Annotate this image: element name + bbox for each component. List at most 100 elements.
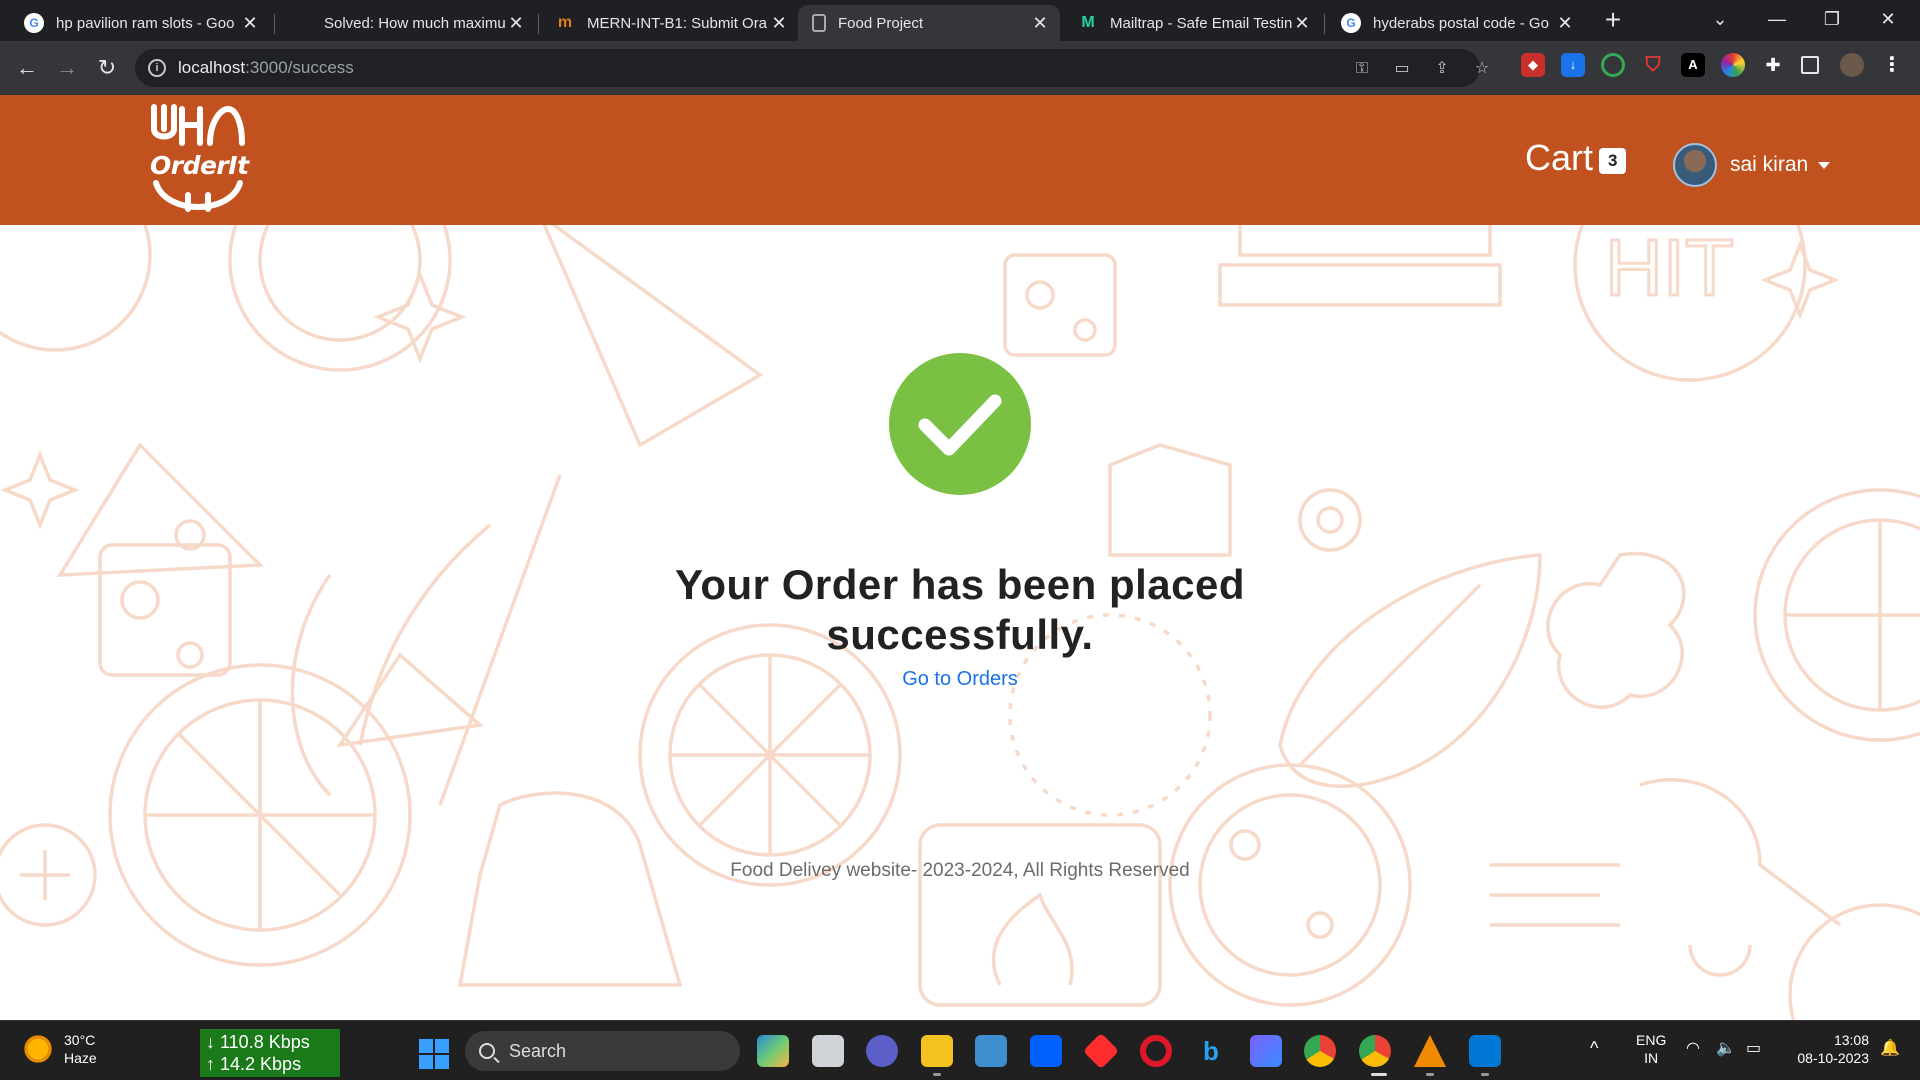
vlc-icon[interactable] <box>1414 1035 1446 1067</box>
footer-copyright: Food Delivey website- 2023-2024, All Rig… <box>730 860 1190 881</box>
orderit-logo[interactable]: OrderIt <box>148 103 249 215</box>
volume-icon[interactable]: 🔈 <box>1716 1040 1736 1058</box>
masai-icon: m <box>557 14 573 31</box>
cart-link[interactable]: Cart 3 <box>1525 137 1627 179</box>
language-indicator[interactable]: ENG IN <box>1636 1031 1666 1067</box>
text-extension-icon[interactable]: A <box>1681 53 1705 77</box>
share-icon[interactable]: ⇪ <box>1431 58 1453 80</box>
cart-count-badge: 3 <box>1599 148 1627 174</box>
google-icon: G <box>24 13 44 33</box>
clock-time: 13:08 <box>1833 1032 1869 1048</box>
cart-label: Cart <box>1525 137 1594 178</box>
back-icon[interactable]: ← <box>12 53 42 83</box>
taskbar-search-box[interactable]: Search <box>465 1031 740 1071</box>
tab-divider <box>538 14 539 34</box>
tab-title: hp pavilion ram slots - Goo <box>56 14 235 32</box>
close-icon[interactable]: ✕ <box>240 13 260 33</box>
search-icon <box>479 1043 495 1059</box>
go-to-orders-link[interactable]: Go to Orders <box>860 668 1060 691</box>
key-icon[interactable]: ⚿ <box>1351 58 1373 80</box>
file-icon <box>812 14 826 32</box>
new-tab-button[interactable]: + <box>1598 6 1628 36</box>
tab-divider <box>1324 14 1325 34</box>
user-menu-dropdown[interactable]: sai kiran <box>1673 143 1831 187</box>
reload-icon[interactable]: ↻ <box>92 53 122 83</box>
vscode-icon[interactable] <box>1469 1035 1501 1067</box>
app-purple-icon[interactable] <box>1250 1035 1282 1067</box>
bing-icon[interactable]: b <box>1195 1035 1227 1067</box>
chrome-profile-icon[interactable] <box>1359 1035 1391 1067</box>
wifi-icon[interactable]: ◠ <box>1686 1040 1700 1058</box>
microsoft-store-icon[interactable] <box>975 1035 1007 1067</box>
battery-icon[interactable]: ▭ <box>1746 1040 1761 1058</box>
close-window-button[interactable]: ✕ <box>1868 4 1908 34</box>
upload-speed: ↑ 14.2 Kbps <box>206 1054 302 1074</box>
menu-kebab-icon[interactable]: ⋮ <box>1880 53 1904 77</box>
close-icon[interactable]: ✕ <box>506 13 526 33</box>
tab-solved[interactable]: Solved: How much maximu ✕ <box>278 5 536 41</box>
browser-tabstrip: G hp pavilion ram slots - Goo ✕ Solved: … <box>0 0 1920 41</box>
file-explorer-icon[interactable] <box>921 1035 953 1067</box>
app-red-diamond-icon[interactable] <box>1082 1032 1120 1070</box>
download-speed: ↓ 110.8 Kbps <box>206 1032 310 1052</box>
close-icon[interactable]: ✕ <box>1030 13 1050 33</box>
profile-avatar-icon[interactable] <box>1840 53 1864 77</box>
opera-icon[interactable] <box>1140 1035 1172 1067</box>
restore-button[interactable]: ❐ <box>1812 4 1852 34</box>
extension-green-icon[interactable] <box>1601 53 1625 77</box>
active-indicator <box>1371 1073 1387 1076</box>
user-avatar <box>1673 143 1717 187</box>
notification-bell-icon[interactable]: 🔔 <box>1880 1040 1900 1058</box>
url-path: :3000/success <box>245 58 354 77</box>
tab-food-project[interactable]: Food Project ✕ <box>798 5 1060 41</box>
teams-chat-icon[interactable] <box>866 1035 898 1067</box>
chrome-icon[interactable] <box>1304 1035 1336 1067</box>
color-picker-extension-icon[interactable] <box>1721 53 1745 77</box>
windows-taskbar: 30°C Haze ↓ 110.8 Kbps ↑ 14.2 Kbps Searc… <box>0 1020 1920 1080</box>
close-icon[interactable]: ✕ <box>1555 13 1575 33</box>
mailtrap-icon: M <box>1081 14 1095 31</box>
download-extension-icon[interactable]: ↓ <box>1561 53 1585 77</box>
tab-title: Solved: How much maximu <box>324 14 506 32</box>
extension-red-icon[interactable]: ◆ <box>1521 53 1545 77</box>
weather-widget[interactable]: 30°C Haze <box>22 1031 97 1067</box>
tab-search-icon[interactable]: ⌄ <box>1700 4 1740 34</box>
clock-date: 08-10-2023 <box>1797 1050 1869 1066</box>
bookmark-star-icon[interactable]: ☆ <box>1471 58 1493 80</box>
brand-name: OrderIt <box>150 151 249 180</box>
close-icon[interactable]: ✕ <box>1292 13 1312 33</box>
network-speed-meter: ↓ 110.8 Kbps ↑ 14.2 Kbps <box>200 1029 340 1077</box>
google-icon: G <box>1341 13 1361 33</box>
clock[interactable]: 13:08 08-10-2023 <box>1785 1031 1869 1067</box>
tab-mern[interactable]: m MERN-INT-B1: Submit Ora ✕ <box>541 5 799 41</box>
site-info-icon[interactable]: i <box>148 59 166 77</box>
windows-start-icon[interactable] <box>419 1039 449 1069</box>
order-success-heading: Your Order has been placed successfully. <box>674 561 1246 658</box>
dropbox-icon[interactable] <box>1030 1035 1062 1067</box>
task-view-icon[interactable] <box>812 1035 844 1067</box>
side-panel-icon[interactable] <box>1801 56 1819 74</box>
tab-postal-code[interactable]: G hyderabs postal code - Go ✕ <box>1327 5 1585 41</box>
copilot-icon[interactable] <box>757 1035 789 1067</box>
minimize-button[interactable]: — <box>1757 4 1797 34</box>
show-hidden-icons-chevron-icon[interactable]: ^ <box>1590 1039 1598 1057</box>
tab-hp-pavilion[interactable]: G hp pavilion ram slots - Goo ✕ <box>10 5 270 41</box>
tab-title: Mailtrap - Safe Email Testin <box>1110 14 1292 32</box>
shield-extension-icon[interactable]: ⛉ <box>1641 53 1665 77</box>
hp-icon <box>292 13 312 33</box>
forward-icon[interactable]: → <box>52 53 82 83</box>
temperature: 30°C <box>64 1032 96 1048</box>
extensions-puzzle-icon[interactable]: ✚ <box>1761 53 1785 77</box>
tab-mailtrap[interactable]: M Mailtrap - Safe Email Testin ✕ <box>1064 5 1322 41</box>
weather-condition: Haze <box>64 1050 97 1066</box>
close-icon[interactable]: ✕ <box>769 13 789 33</box>
tab-divider <box>274 14 275 34</box>
page-viewport: HIT OrderIt Cart 3 sai kiran Your Order … <box>0 95 1920 1020</box>
install-app-icon[interactable]: ▭ <box>1391 58 1413 80</box>
tab-title: hyderabs postal code - Go <box>1373 14 1549 32</box>
tab-title: Food Project <box>838 14 924 32</box>
url-text[interactable]: localhost:3000/success <box>178 58 354 78</box>
address-bar[interactable]: i localhost:3000/success ⚿ ▭ ⇪ ☆ <box>135 49 1489 87</box>
running-indicator <box>1426 1073 1434 1076</box>
browser-toolbar: ← → ↻ i localhost:3000/success ⚿ ▭ ⇪ ☆ ◆… <box>0 41 1920 95</box>
